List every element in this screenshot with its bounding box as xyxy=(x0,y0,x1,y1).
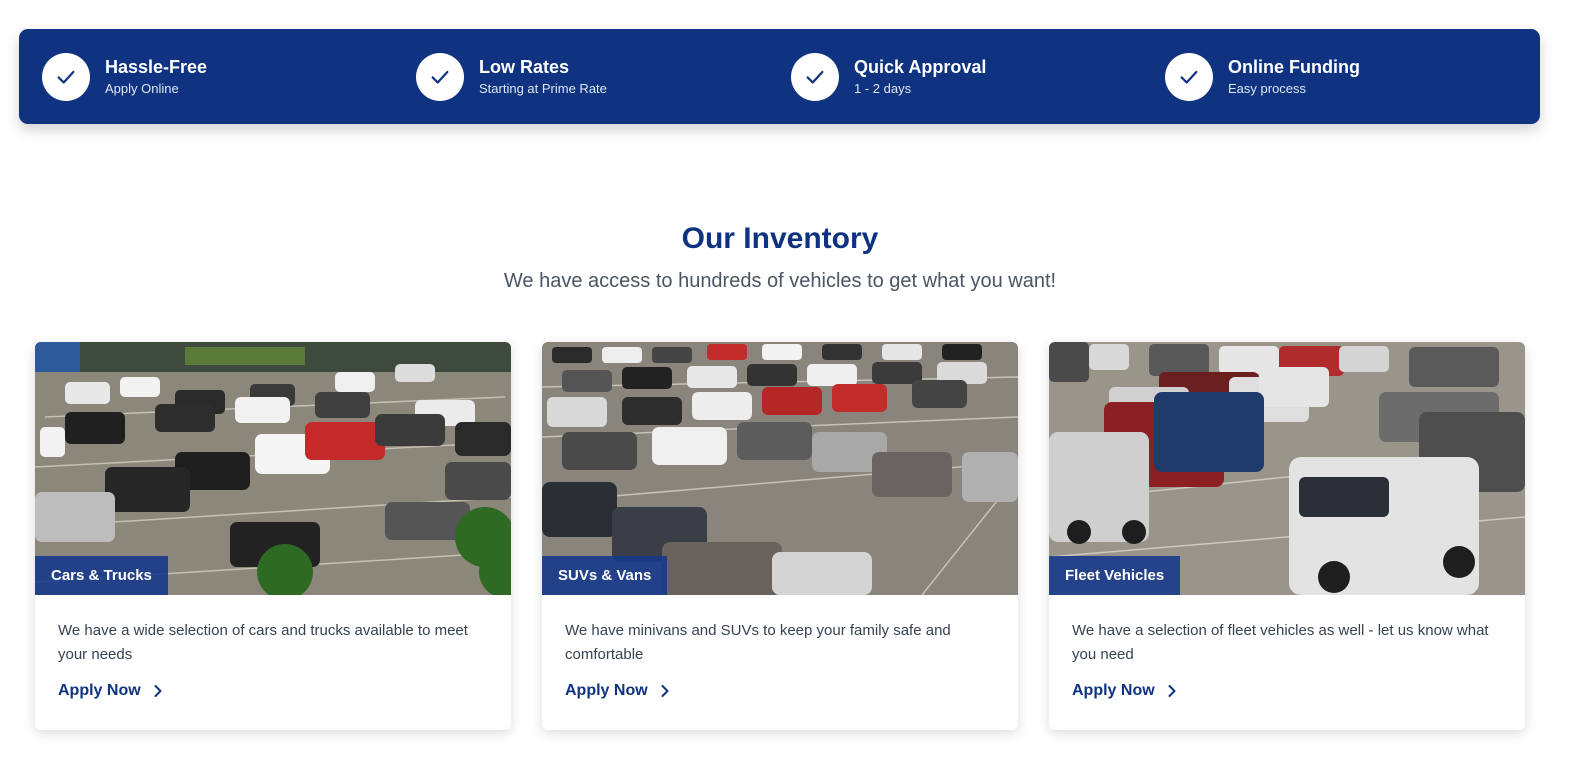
check-icon xyxy=(791,52,839,101)
feature-subtitle: Apply Online xyxy=(105,80,179,96)
feature-low-rates: Low Rates Starting at Prime Rate xyxy=(416,29,607,124)
apply-now-label: Apply Now xyxy=(1072,682,1155,699)
section-title: Our Inventory xyxy=(681,222,879,255)
check-icon xyxy=(416,52,464,101)
features-bar: Hassle-Free Apply Online Low Rates Start… xyxy=(19,29,1540,124)
feature-title: Hassle-Free xyxy=(105,56,208,77)
apply-now-link[interactable]: Apply Now xyxy=(1072,682,1179,700)
inventory-card-suvs-vans: SUVs & Vans We have minivans and SUVs to… xyxy=(542,342,1018,730)
chevron-right-icon xyxy=(154,685,162,697)
apply-now-link[interactable]: Apply Now xyxy=(58,682,165,700)
feature-online-funding: Online Funding Easy process xyxy=(1165,29,1360,124)
apply-now-link[interactable]: Apply Now xyxy=(565,682,672,700)
fleet-vehicles-photo: Fleet Vehicles xyxy=(1049,342,1525,595)
check-icon xyxy=(1165,52,1213,101)
feature-quick-approval: Quick Approval 1 - 2 days xyxy=(791,29,986,124)
feature-hassle-free: Hassle-Free Apply Online xyxy=(42,29,207,124)
card-description: We have minivans and SUVs to keep your f… xyxy=(565,622,951,663)
suvs-vans-photo: SUVs & Vans xyxy=(542,342,1018,595)
apply-now-label: Apply Now xyxy=(58,682,141,699)
cars-trucks-photo: Cars & Trucks xyxy=(35,342,511,595)
card-description: We have a wide selection of cars and tru… xyxy=(58,622,468,663)
feature-subtitle: Starting at Prime Rate xyxy=(479,80,607,96)
chevron-right-icon xyxy=(661,685,669,697)
inventory-card-cars-trucks: Cars & Trucks We have a wide selection o… xyxy=(35,342,511,730)
feature-title: Quick Approval xyxy=(854,56,987,77)
feature-subtitle: 1 - 2 days xyxy=(854,80,912,96)
feature-title: Low Rates xyxy=(479,56,570,77)
apply-now-label: Apply Now xyxy=(565,682,648,699)
chevron-right-icon xyxy=(1168,685,1176,697)
card-label: Cars & Trucks xyxy=(35,556,168,595)
section-subtitle: We have access to hundreds of vehicles t… xyxy=(503,270,1057,292)
card-label: Fleet Vehicles xyxy=(1049,556,1181,595)
card-description: We have a selection of fleet vehicles as… xyxy=(1072,622,1489,663)
check-icon xyxy=(42,52,90,101)
inventory-card-fleet-vehicles: Fleet Vehicles We have a selection of fl… xyxy=(1049,342,1525,730)
card-label: SUVs & Vans xyxy=(542,556,668,595)
feature-subtitle: Easy process xyxy=(1228,80,1307,96)
feature-title: Online Funding xyxy=(1228,56,1360,77)
